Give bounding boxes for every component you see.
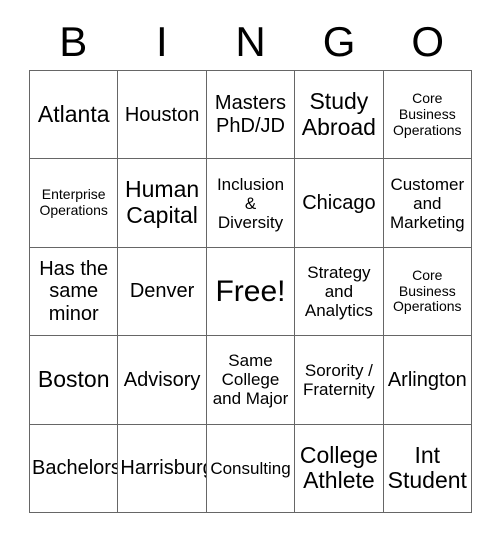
bingo-cell-label: Same College and Major <box>212 351 289 409</box>
bingo-cell-label: College Athlete <box>299 441 378 494</box>
bingo-header-letter-o: O <box>411 18 444 65</box>
bingo-cell[interactable]: Sorority / Fraternity <box>295 336 384 425</box>
bingo-cell-label: Core Business Operations <box>393 266 462 315</box>
bingo-cell[interactable]: Advisory <box>118 336 207 425</box>
bingo-header-letter-b: B <box>59 18 88 65</box>
bingo-cell-label: Has the same minor <box>39 257 109 325</box>
bingo-cell[interactable]: Consulting <box>206 424 296 513</box>
bingo-cell-label: Masters PhD/JD <box>214 92 287 137</box>
bingo-cell[interactable]: Has the same minor <box>30 247 119 337</box>
bingo-cell[interactable]: Human Capital <box>118 159 207 248</box>
bingo-cell[interactable]: Houston <box>118 71 207 160</box>
bingo-cell-label: Strategy and Analytics <box>304 262 373 320</box>
bingo-cell-label: Advisory <box>123 368 201 391</box>
bingo-cell[interactable]: Enterprise Operations <box>30 159 119 248</box>
bingo-cell-label: Chicago <box>302 191 376 214</box>
bingo-cell-label: Bachelors <box>32 457 119 480</box>
bingo-header-letter-g: G <box>322 18 356 65</box>
bingo-card: B I N G O Atlanta Houston Masters PhD/JD Study … <box>0 0 500 544</box>
bingo-cell-label: Free! <box>215 274 286 308</box>
bingo-cell[interactable]: Inclusion & Diversity <box>206 159 296 248</box>
bingo-cell-label: Customer and Marketing <box>389 174 465 232</box>
bingo-cell-label: Atlanta <box>37 100 110 127</box>
bingo-cell-label: Boston <box>37 366 110 393</box>
bingo-grid: Atlanta Houston Masters PhD/JD Study Abroad… <box>29 70 472 513</box>
bingo-cell-label: Denver <box>129 280 195 303</box>
bingo-cell[interactable]: Arlington <box>383 336 472 425</box>
bingo-cell[interactable]: Study Abroad <box>295 71 384 160</box>
bingo-header-letter-i: I <box>156 18 168 65</box>
bingo-cell[interactable]: Customer and Marketing <box>383 159 472 248</box>
bingo-cell[interactable]: Int Student <box>383 424 472 513</box>
bingo-cell-label: Study Abroad <box>301 87 376 140</box>
bingo-cell[interactable]: Denver <box>118 247 207 337</box>
bingo-header-letter-n: N <box>235 18 266 65</box>
bingo-cell-label: Human Capital <box>125 176 200 229</box>
bingo-cell-label: Int Student <box>387 441 467 494</box>
bingo-cell-label: Houston <box>124 103 200 126</box>
bingo-header-row: BINGO <box>29 14 472 70</box>
bingo-cell[interactable]: Atlanta <box>30 71 119 160</box>
bingo-cell[interactable]: Masters PhD/JD <box>206 71 296 160</box>
bingo-cell[interactable]: Bachelors <box>30 424 119 513</box>
bingo-cell[interactable]: Core Business Operations <box>383 71 472 160</box>
bingo-cell-label: Core Business Operations <box>393 90 462 138</box>
bingo-cell-free-space[interactable]: Free! <box>206 247 296 337</box>
bingo-cell-label: Enterprise Operations <box>39 186 108 219</box>
bingo-cell-label: Harrisburg <box>120 457 207 480</box>
bingo-cell[interactable]: Harrisburg <box>118 424 207 513</box>
bingo-cell-label: Inclusion & Diversity <box>216 174 285 232</box>
bingo-cell[interactable]: Strategy and Analytics <box>295 247 384 337</box>
bingo-cell[interactable]: Core Business Operations <box>383 247 472 337</box>
bingo-cell-label: Consulting <box>210 458 291 478</box>
bingo-cell[interactable]: Same College and Major <box>206 336 296 425</box>
bingo-cell-label: Arlington <box>387 368 467 391</box>
bingo-cell[interactable]: College Athlete <box>295 424 384 513</box>
bingo-cell-label: Sorority / Fraternity <box>302 360 375 399</box>
bingo-cell[interactable]: Boston <box>30 336 119 425</box>
bingo-cell[interactable]: Chicago <box>295 159 384 248</box>
